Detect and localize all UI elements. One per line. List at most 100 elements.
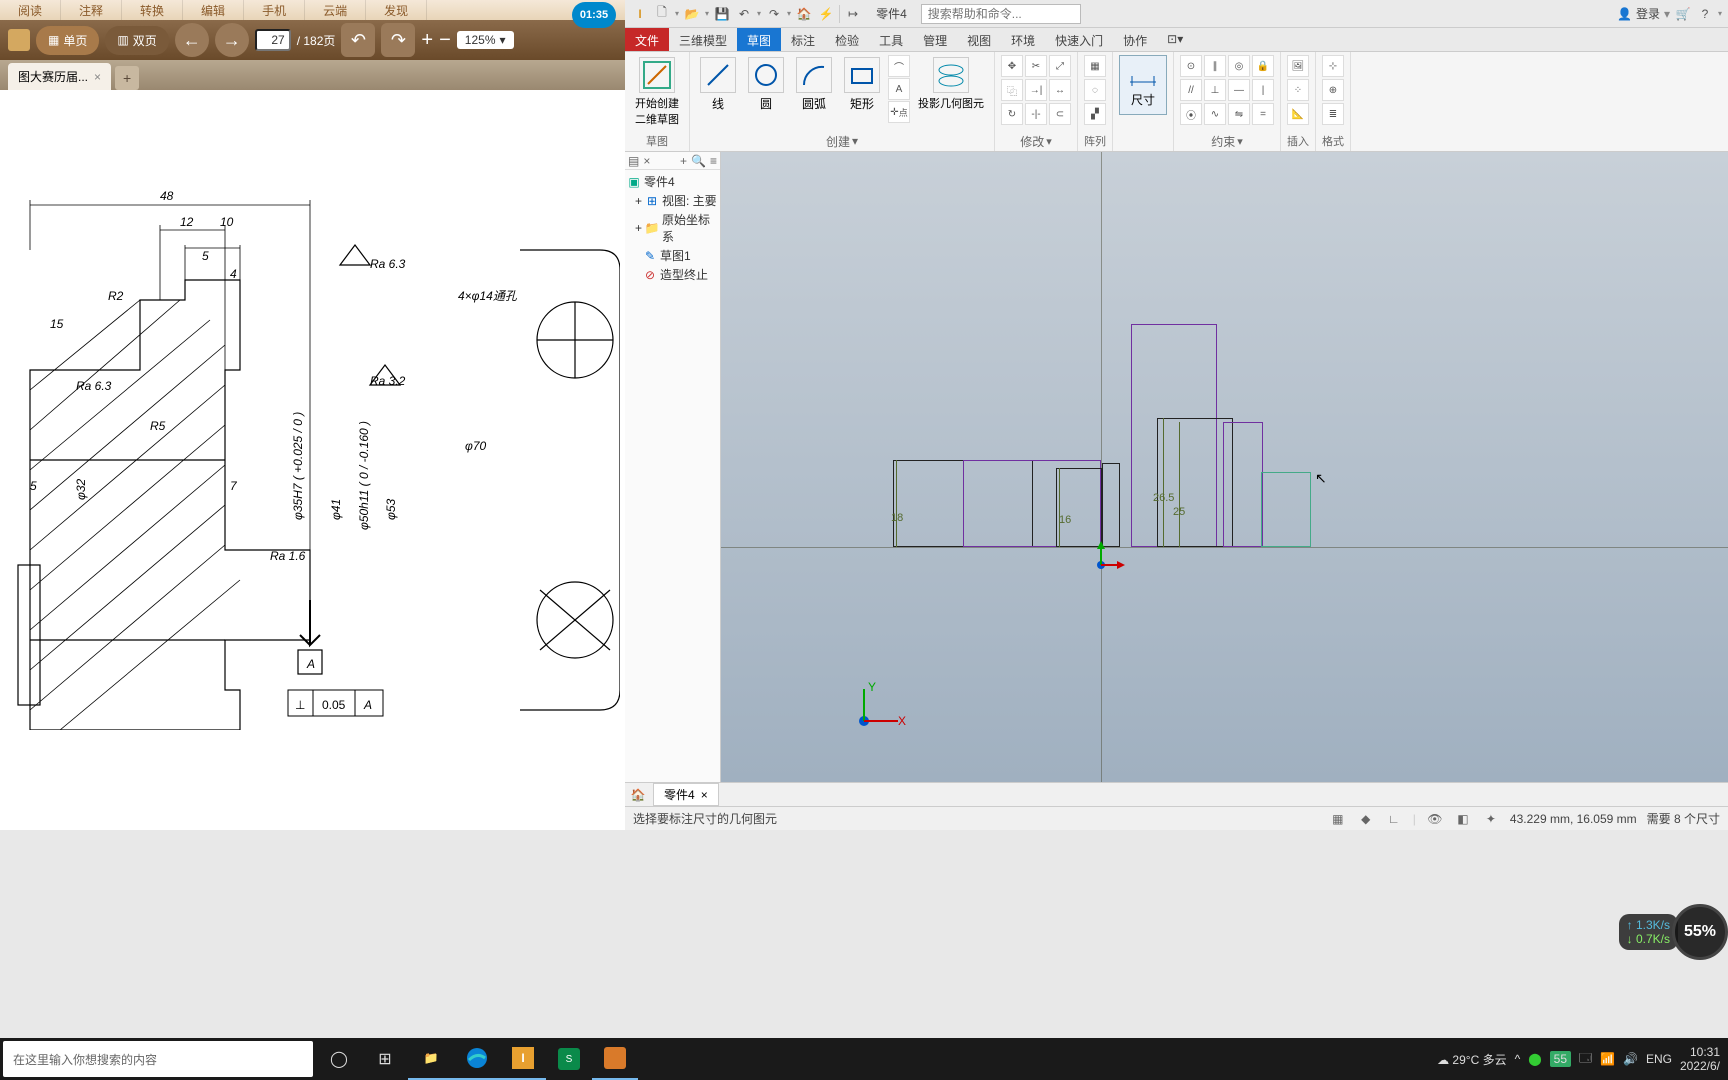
ime-indicator[interactable]: ENG bbox=[1646, 1052, 1672, 1066]
offset-button[interactable]: ⊂ bbox=[1049, 103, 1071, 125]
ribbon-tab-file[interactable]: 文件 bbox=[625, 28, 669, 51]
search-browser-icon[interactable]: 🔍 bbox=[691, 154, 706, 168]
home-icon[interactable]: 🏠 bbox=[795, 5, 813, 23]
next-page-button[interactable]: → bbox=[215, 23, 249, 57]
home-doc-icon[interactable]: 🏠 bbox=[629, 786, 647, 804]
vertical-constraint[interactable]: | bbox=[1252, 79, 1274, 101]
next-icon[interactable]: ↦ bbox=[844, 5, 862, 23]
scale-button[interactable]: ⤢ bbox=[1049, 55, 1071, 77]
new-icon[interactable]: 🗋 bbox=[653, 5, 671, 23]
move-button[interactable]: ✥ bbox=[1001, 55, 1023, 77]
taskbar-search[interactable]: 在这里输入你想搜索的内容 bbox=[3, 1041, 313, 1077]
rect-pattern-button[interactable]: ▦ bbox=[1084, 55, 1106, 77]
perpendicular-constraint[interactable]: ⊥ bbox=[1204, 79, 1226, 101]
double-page-button[interactable]: ▥双页 bbox=[105, 26, 168, 55]
ribbon-tab-inspect[interactable]: 检验 bbox=[825, 28, 869, 51]
sketch-rect-8[interactable] bbox=[1261, 472, 1311, 547]
ribbon-tab-view[interactable]: 视图 bbox=[957, 28, 1001, 51]
sketch-rect-4[interactable] bbox=[1102, 463, 1120, 547]
model-browser[interactable]: ▤× +🔍≡ ▣零件4 +⊞视图: 主要 +📁原始坐标系 ✎草图1 ⊘造型终止 bbox=[625, 152, 721, 782]
browser-icon[interactable]: ▤ bbox=[628, 154, 639, 168]
open-icon[interactable]: 📂 bbox=[683, 5, 701, 23]
file-tab[interactable]: 图大赛历届... × bbox=[8, 63, 111, 90]
tree-root[interactable]: ▣零件4 bbox=[627, 172, 718, 191]
rotate-button[interactable]: ↻ bbox=[1001, 103, 1023, 125]
reader-tab-annotate[interactable]: 注释 bbox=[61, 0, 122, 20]
chevron-down-icon[interactable]: ▾ bbox=[852, 134, 858, 148]
sketch-rect-6[interactable] bbox=[1157, 418, 1233, 547]
ribbon-tab-environ[interactable]: 环境 bbox=[1001, 28, 1045, 51]
dimension-button[interactable]: 尺寸 bbox=[1119, 55, 1167, 115]
line-button[interactable]: 线 bbox=[696, 55, 740, 114]
zoom-out-button[interactable]: − bbox=[439, 29, 451, 52]
ribbon-tab-manage[interactable]: 管理 bbox=[913, 28, 957, 51]
battery-tray-icon[interactable]: 🗔 bbox=[1579, 1049, 1592, 1070]
text-button[interactable]: A bbox=[888, 78, 910, 100]
file-explorer-icon[interactable]: 📁 bbox=[408, 1038, 454, 1080]
save-icon[interactable]: 💾 bbox=[713, 5, 731, 23]
symmetric-constraint[interactable]: ⇋ bbox=[1228, 103, 1250, 125]
task-view-icon[interactable]: ⊞ bbox=[362, 1038, 408, 1080]
grid-snap-icon[interactable]: ▦ bbox=[1329, 810, 1347, 828]
smooth-constraint[interactable]: ∿ bbox=[1204, 103, 1226, 125]
ribbon-tab-annotate[interactable]: 标注 bbox=[781, 28, 825, 51]
help-search-input[interactable] bbox=[921, 4, 1081, 24]
split-button[interactable]: -|- bbox=[1025, 103, 1047, 125]
close-doc-icon[interactable]: × bbox=[701, 788, 708, 802]
tray-chevron-icon[interactable]: ^ bbox=[1515, 1052, 1521, 1066]
sketch-rect-3[interactable] bbox=[1056, 468, 1102, 547]
close-browser-icon[interactable]: × bbox=[643, 154, 650, 168]
tangent-constraint[interactable]: ⦿ bbox=[1180, 103, 1202, 125]
tree-sketch1[interactable]: ✎草图1 bbox=[627, 246, 718, 265]
edge-browser-icon[interactable] bbox=[454, 1038, 500, 1080]
project-geometry-button[interactable]: 投影几何图元 bbox=[914, 55, 988, 113]
trim-button[interactable]: ✂ bbox=[1025, 55, 1047, 77]
equal-constraint[interactable]: = bbox=[1252, 103, 1274, 125]
redo-button[interactable]: ↷ bbox=[381, 23, 415, 57]
ortho-icon[interactable]: ∟ bbox=[1385, 810, 1403, 828]
chevron-down-icon[interactable]: ▾ bbox=[675, 9, 679, 18]
undo-icon[interactable]: ↶ bbox=[735, 5, 753, 23]
update-icon[interactable]: ⚡ bbox=[817, 5, 835, 23]
tree-end[interactable]: ⊘造型终止 bbox=[627, 265, 718, 284]
inventor-taskbar-icon[interactable]: I bbox=[500, 1038, 546, 1080]
doc-tab-part4[interactable]: 零件4× bbox=[653, 783, 719, 806]
collinear-constraint[interactable]: ∥ bbox=[1204, 55, 1226, 77]
volume-tray-icon[interactable]: 🔊 bbox=[1623, 1052, 1638, 1066]
construction-button[interactable]: ⊹ bbox=[1322, 55, 1344, 77]
wechat-tray-icon[interactable]: ⬤ bbox=[1528, 1052, 1541, 1066]
help-icon[interactable]: ? bbox=[1696, 5, 1714, 23]
cart-icon[interactable]: 🛒 bbox=[1674, 5, 1692, 23]
rectangle-button[interactable]: 矩形 bbox=[840, 55, 884, 114]
add-browser-icon[interactable]: + bbox=[680, 154, 687, 168]
dim-18[interactable]: 18 bbox=[891, 512, 903, 524]
login-button[interactable]: 👤登录 bbox=[1617, 5, 1660, 22]
reader-taskbar-icon[interactable] bbox=[592, 1038, 638, 1080]
extend-button[interactable]: →| bbox=[1025, 79, 1047, 101]
insert-points-button[interactable]: ⁘ bbox=[1287, 79, 1309, 101]
chevron-down-icon[interactable]: ▾ bbox=[705, 9, 709, 18]
stretch-button[interactable]: ↔ bbox=[1049, 79, 1071, 101]
insert-acad-button[interactable]: 📐 bbox=[1287, 103, 1309, 125]
page-number-input[interactable] bbox=[255, 29, 291, 51]
pdf-page-viewport[interactable]: 48 12 10 5 4 15 R2 R5 φ32 5 7 φ35H7 ( +0… bbox=[0, 90, 625, 830]
wps-taskbar-icon[interactable]: S bbox=[546, 1038, 592, 1080]
reader-tab-read[interactable]: 阅读 bbox=[0, 0, 61, 20]
start-2d-sketch-button[interactable]: 开始创建 二维草图 bbox=[631, 55, 683, 129]
arc-button[interactable]: 圆弧 bbox=[792, 55, 836, 114]
show-format-button[interactable]: ≣ bbox=[1322, 103, 1344, 125]
dim-16[interactable]: 16 bbox=[1059, 514, 1071, 526]
close-tab-icon[interactable]: × bbox=[94, 70, 101, 84]
circ-pattern-button[interactable]: ◌ bbox=[1084, 79, 1106, 101]
coincident-constraint[interactable]: ⊙ bbox=[1180, 55, 1202, 77]
zoom-in-button[interactable]: + bbox=[421, 29, 433, 52]
point-button[interactable]: ✛ 点 bbox=[888, 101, 910, 123]
ribbon-tab-collab[interactable]: 协作 bbox=[1113, 28, 1157, 51]
ribbon-tab-appearance[interactable]: ⊡▾ bbox=[1157, 28, 1193, 51]
ribbon-tab-tools[interactable]: 工具 bbox=[869, 28, 913, 51]
circle-button[interactable]: 圆 bbox=[744, 55, 788, 114]
prev-page-button[interactable]: ← bbox=[175, 23, 209, 57]
concentric-constraint[interactable]: ◎ bbox=[1228, 55, 1250, 77]
sketch-canvas[interactable]: ↖ 18 16 26.5 25 YX bbox=[721, 152, 1728, 782]
redo-icon[interactable]: ↷ bbox=[765, 5, 783, 23]
